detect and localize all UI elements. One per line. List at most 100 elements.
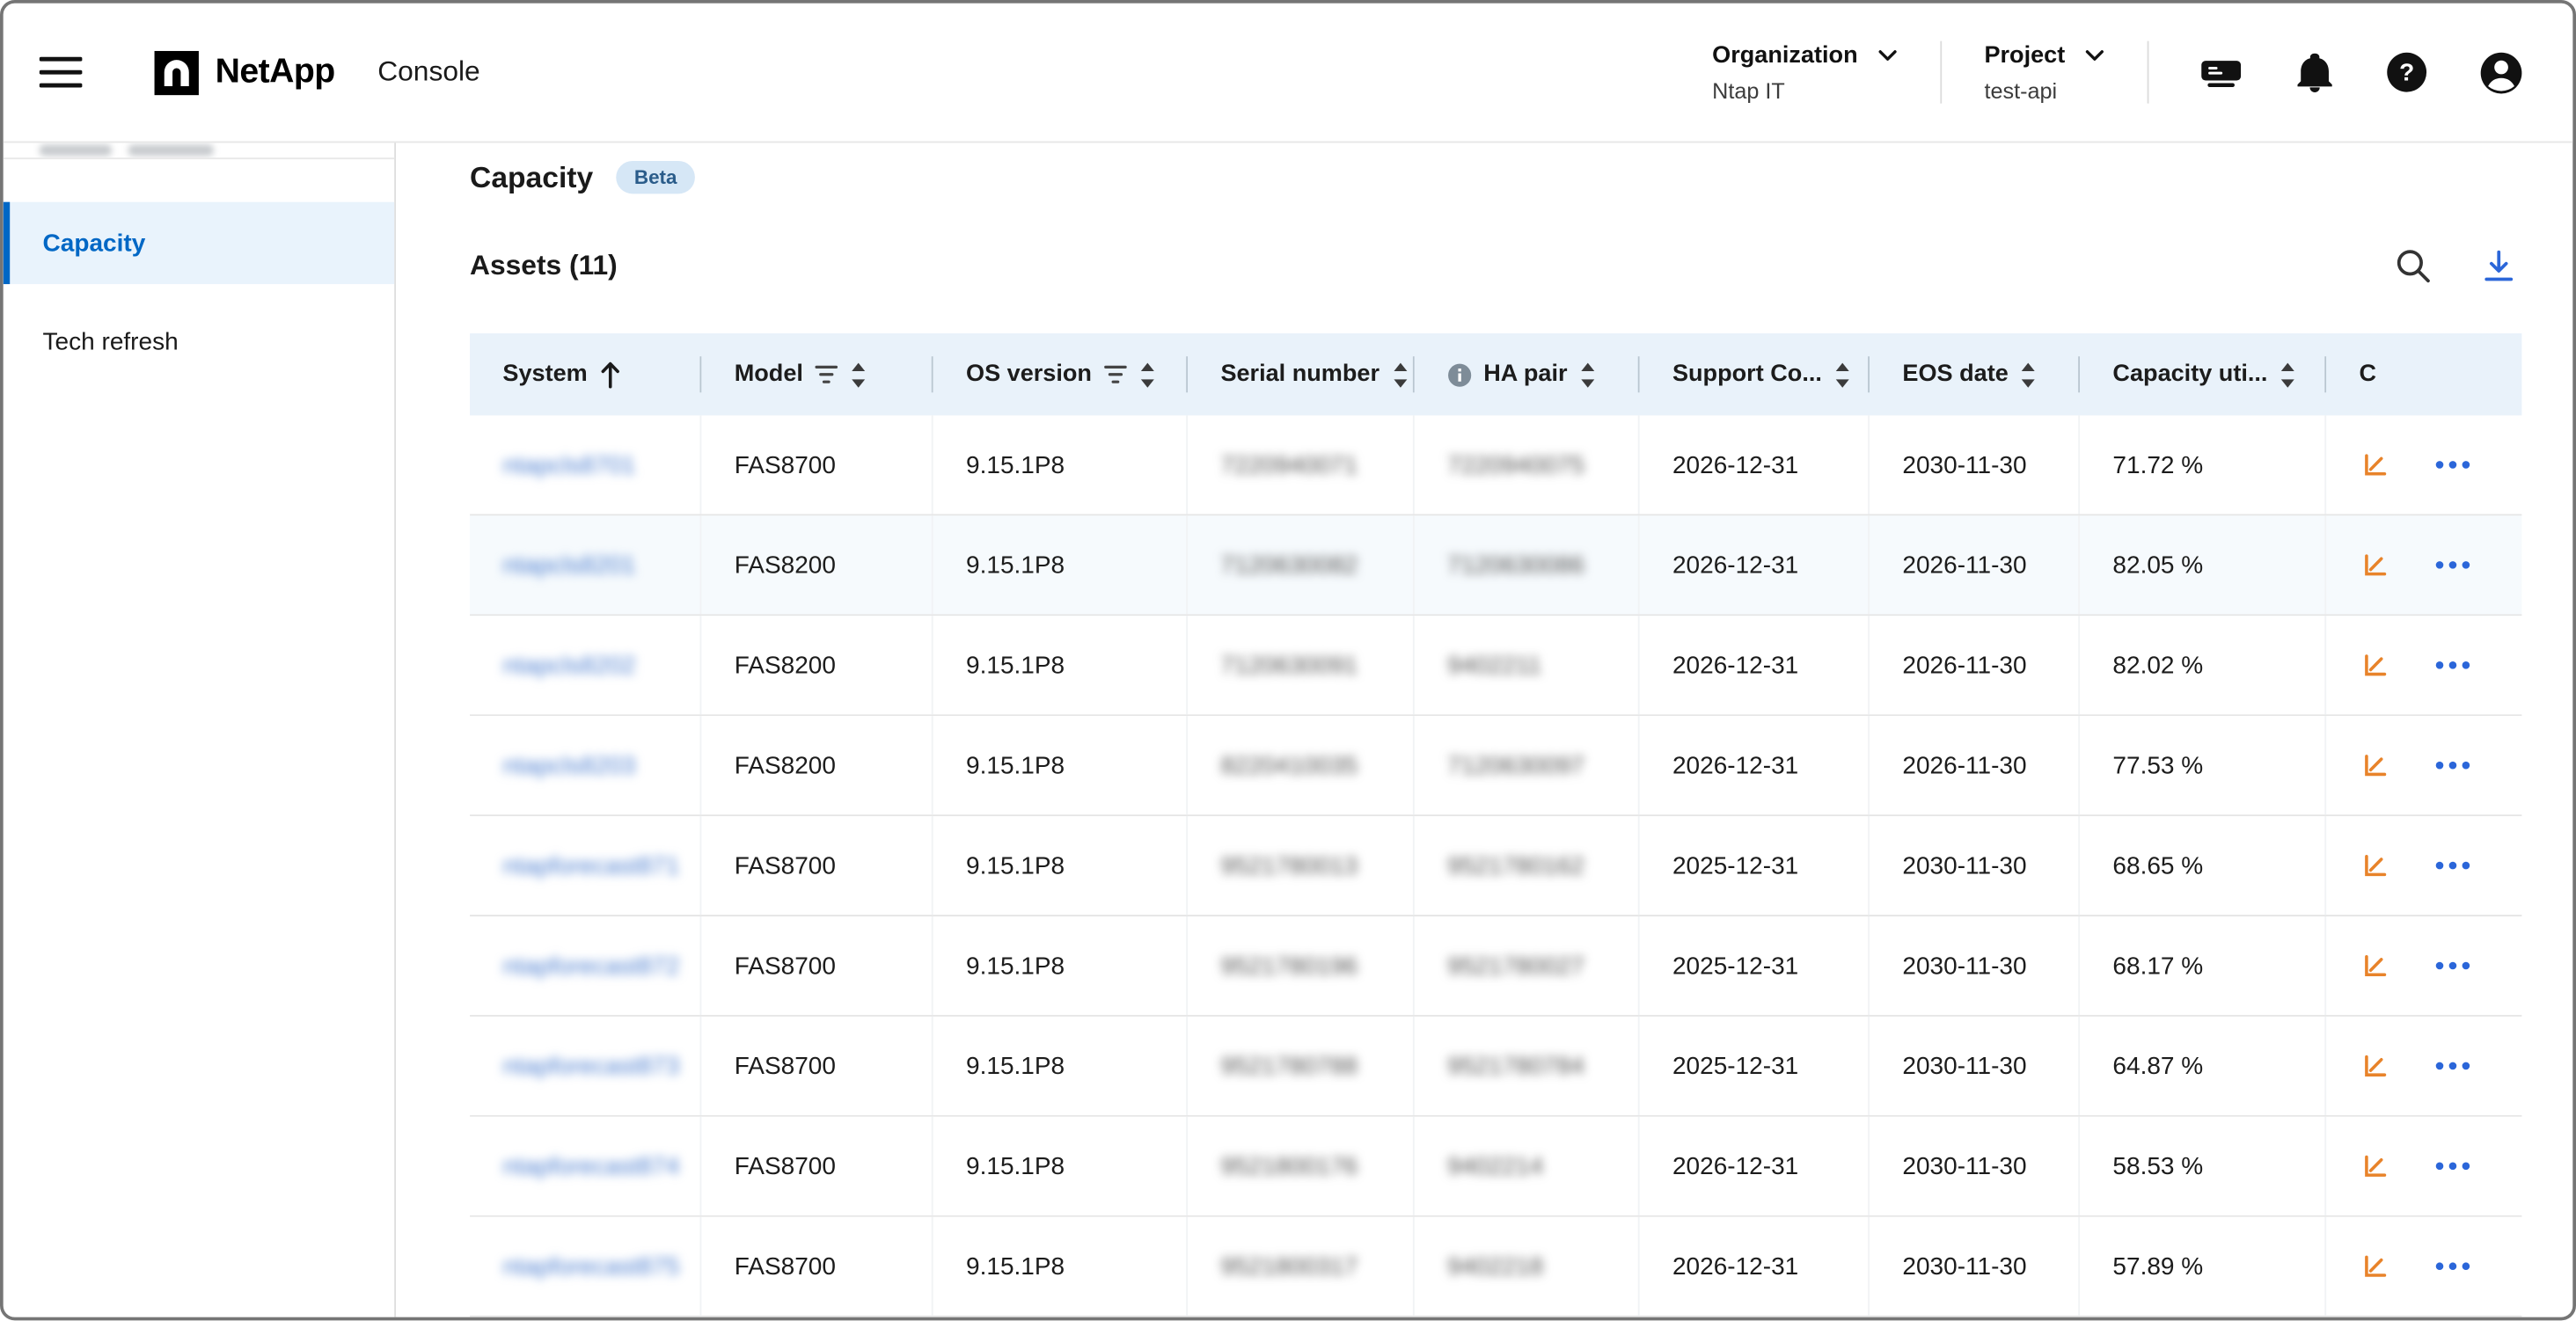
cell-capacity-utilization: 82.02 % xyxy=(2080,616,2326,714)
brand-wordmark: NetApp xyxy=(216,53,335,92)
column-header-eos-date[interactable]: EOS date xyxy=(1870,333,2080,415)
system-link[interactable]: ntapforecast874 xyxy=(470,1117,701,1215)
top-bar-right: Organization Ntap IT Project test-api xyxy=(1712,41,2523,104)
cell-serial-number: 9521780013 xyxy=(1188,816,1415,915)
table-row[interactable]: ntapforecast872FAS87009.15.1P89521780196… xyxy=(470,916,2521,1017)
organization-selector[interactable]: Organization Ntap IT xyxy=(1712,42,1897,103)
table-row[interactable]: ntapcls8203FAS82009.15.1P882204100357120… xyxy=(470,716,2521,816)
cell-support-contract-end: 2026-12-31 xyxy=(1640,1217,1870,1316)
cell-support-contract-end: 2026-12-31 xyxy=(1640,716,1870,814)
table-row[interactable]: ntapforecast874FAS87009.15.1P89521800176… xyxy=(470,1117,2521,1217)
column-header-support-co[interactable]: Support Co... xyxy=(1640,333,1870,415)
cell-support-contract-end: 2026-12-31 xyxy=(1640,616,1870,714)
cell-ha-pair: 9402218 xyxy=(1415,1217,1640,1316)
page-title-row: Capacity Beta xyxy=(470,157,2520,197)
row-actions-button[interactable] xyxy=(2434,960,2470,970)
column-header-ha-pair[interactable]: HA pair xyxy=(1415,333,1640,415)
scale-wrapper: NetApp Console Organization Ntap IT Proj… xyxy=(0,0,2576,1320)
sort-icon[interactable] xyxy=(1391,361,1409,389)
project-label: Project xyxy=(1984,42,2065,69)
column-label: Capacity uti... xyxy=(2112,361,2267,388)
table-row[interactable]: ntapforecast873FAS87009.15.1P89521780788… xyxy=(470,1017,2521,1117)
cell-eos-date: 2030-11-30 xyxy=(1870,1117,2080,1215)
sort-ascending-icon[interactable] xyxy=(599,361,620,389)
system-link[interactable]: ntapforecast873 xyxy=(470,1017,701,1115)
cell-serial-number: 7220940071 xyxy=(1188,415,1415,514)
system-link[interactable]: ntapcls8202 xyxy=(470,616,701,714)
row-actions-button[interactable] xyxy=(2434,660,2470,670)
cell-capacity-utilization: 57.89 % xyxy=(2080,1217,2326,1316)
system-link[interactable]: ntapcls8203 xyxy=(470,716,701,814)
assets-actions xyxy=(2396,248,2521,284)
notifications-bell-icon[interactable] xyxy=(2295,51,2335,94)
cell-eos-date: 2030-11-30 xyxy=(1870,916,2080,1015)
table-row[interactable]: ntapforecast871FAS87009.15.1P89521780013… xyxy=(470,816,2521,916)
column-header-capacity-uti[interactable]: Capacity uti... xyxy=(2080,333,2326,415)
cell-serial-number: 8220410035 xyxy=(1188,716,1415,814)
column-label: Serial number xyxy=(1220,361,1379,388)
cell-capacity-utilization: 68.65 % xyxy=(2080,816,2326,915)
info-icon xyxy=(1447,362,1472,387)
filter-icon[interactable] xyxy=(815,365,838,384)
download-icon[interactable] xyxy=(2481,248,2517,284)
sort-icon[interactable] xyxy=(2020,361,2038,389)
column-label: Model xyxy=(735,361,803,388)
row-actions-button[interactable] xyxy=(2434,1261,2470,1271)
cell-model: FAS8200 xyxy=(701,616,933,714)
cell-ha-pair: 7120630097 xyxy=(1415,716,1640,814)
sort-icon[interactable] xyxy=(1579,361,1598,389)
cell-eos-date: 2026-11-30 xyxy=(1870,616,2080,714)
column-header-system[interactable]: System xyxy=(470,333,701,415)
system-link[interactable]: ntapforecast875 xyxy=(470,1217,701,1316)
help-icon[interactable]: ? xyxy=(2385,51,2428,94)
sort-icon[interactable] xyxy=(1833,361,1852,389)
column-header-c[interactable]: C xyxy=(2326,333,2521,415)
column-header-os-version[interactable]: OS version xyxy=(933,333,1188,415)
sidebar-item-capacity[interactable]: Capacity xyxy=(4,202,394,284)
table-row[interactable]: ntapcls8701FAS87009.15.1P872209400717220… xyxy=(470,415,2521,515)
cell-support-contract-end: 2026-12-31 xyxy=(1640,1117,1870,1215)
cell-ha-pair: 7220940075 xyxy=(1415,415,1640,514)
cell-serial-number: 9521780196 xyxy=(1188,916,1415,1015)
row-actions-button[interactable] xyxy=(2434,761,2470,770)
cell-actions xyxy=(2326,1017,2521,1115)
cell-model: FAS8700 xyxy=(701,415,933,514)
system-link[interactable]: ntapcls8701 xyxy=(470,415,701,514)
body: Capacity Tech refresh Capacity Beta Asse… xyxy=(4,142,2573,1317)
cell-capacity-utilization: 77.53 % xyxy=(2080,716,2326,814)
system-link[interactable]: ntapforecast872 xyxy=(470,916,701,1015)
cell-eos-date: 2030-11-30 xyxy=(1870,1017,2080,1115)
cell-serial-number: 7120630091 xyxy=(1188,616,1415,714)
system-link[interactable]: ntapforecast871 xyxy=(470,816,701,915)
cell-os-version: 9.15.1P8 xyxy=(933,415,1188,514)
cell-support-contract-end: 2026-12-31 xyxy=(1640,415,1870,514)
column-header-serial-number[interactable]: Serial number xyxy=(1188,333,1415,415)
sort-icon[interactable] xyxy=(849,361,867,389)
filter-icon[interactable] xyxy=(1103,365,1126,384)
account-icon[interactable] xyxy=(2479,50,2523,94)
row-actions-button[interactable] xyxy=(2434,1161,2470,1171)
sort-icon[interactable] xyxy=(2280,361,2298,389)
capacity-trend-icon xyxy=(2362,1153,2389,1179)
row-actions-button[interactable] xyxy=(2434,860,2470,870)
table-row[interactable]: ntapcls8202FAS82009.15.1P871206300919402… xyxy=(470,616,2521,716)
cell-eos-date: 2030-11-30 xyxy=(1870,816,2080,915)
column-header-model[interactable]: Model xyxy=(701,333,933,415)
cell-ha-pair: 9521780162 xyxy=(1415,816,1640,915)
sort-icon[interactable] xyxy=(1138,361,1156,389)
search-icon[interactable] xyxy=(2396,248,2432,284)
row-actions-button[interactable] xyxy=(2434,460,2470,470)
hamburger-menu-icon[interactable] xyxy=(40,55,83,88)
cell-model: FAS8700 xyxy=(701,916,933,1015)
row-actions-button[interactable] xyxy=(2434,560,2470,570)
cell-actions xyxy=(2326,916,2521,1015)
sidebar: Capacity Tech refresh xyxy=(4,142,396,1317)
cell-os-version: 9.15.1P8 xyxy=(933,515,1188,614)
row-actions-button[interactable] xyxy=(2434,1061,2470,1070)
table-row[interactable]: ntapcls8201FAS82009.15.1P871206300827120… xyxy=(470,515,2521,616)
system-link[interactable]: ntapcls8201 xyxy=(470,515,701,614)
devices-icon[interactable] xyxy=(2199,55,2244,91)
project-selector[interactable]: Project test-api xyxy=(1984,42,2104,103)
sidebar-item-tech-refresh[interactable]: Tech refresh xyxy=(4,301,394,383)
table-row[interactable]: ntapforecast875FAS87009.15.1P89521800317… xyxy=(470,1217,2521,1317)
